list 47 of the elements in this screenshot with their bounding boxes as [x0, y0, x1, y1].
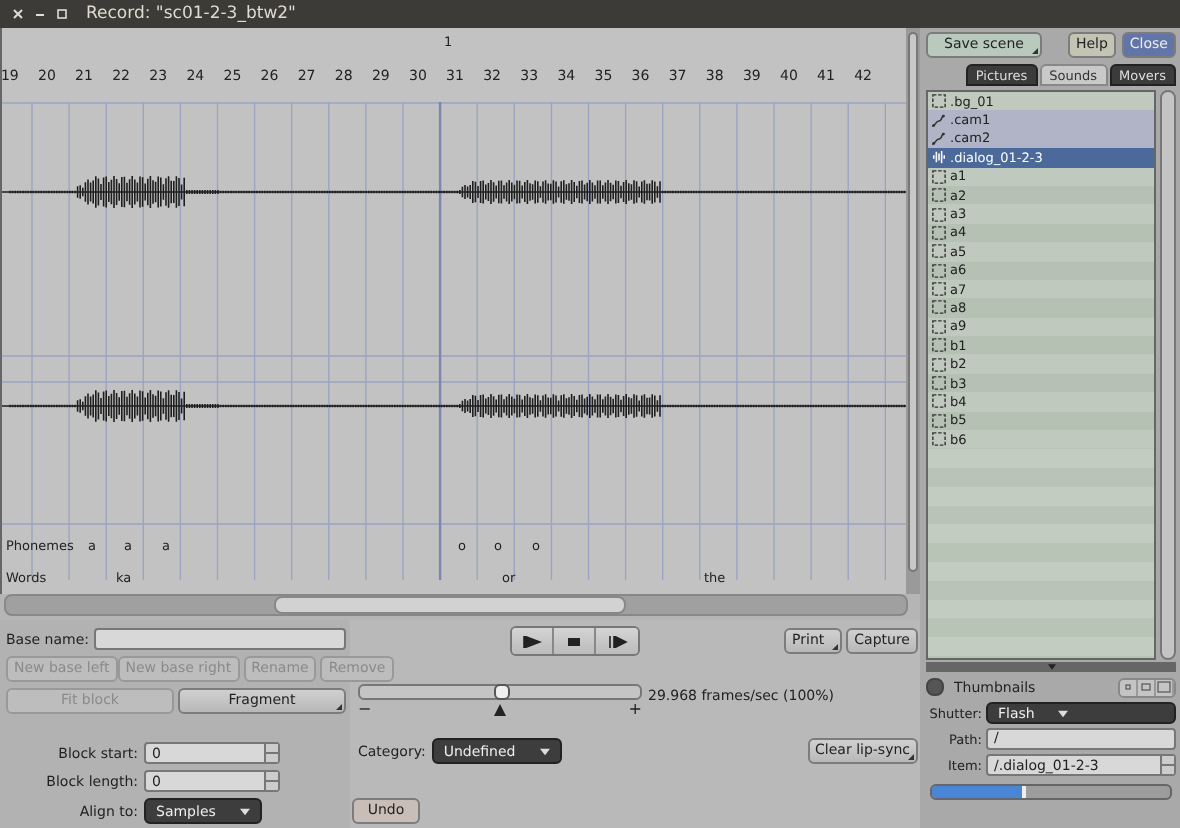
caret-icon — [539, 747, 550, 755]
pointer-icon — [494, 704, 506, 716]
step-forward-icon — [607, 635, 627, 647]
dashed-square-icon — [932, 338, 946, 353]
scrollbar[interactable] — [4, 594, 908, 616]
dashed-square-icon — [932, 94, 946, 109]
dashed-square-icon — [932, 357, 946, 372]
caret-icon — [239, 807, 250, 815]
speed-slider[interactable] — [358, 684, 642, 700]
plus-label: + — [628, 700, 642, 718]
caret-icon — [1047, 664, 1055, 670]
large-view-button[interactable] — [1156, 679, 1174, 695]
small-view-button[interactable] — [1120, 679, 1138, 695]
play-button[interactable] — [512, 628, 554, 654]
zoom-slider[interactable] — [930, 784, 1172, 800]
play-icon — [522, 635, 542, 647]
waveform-icon — [932, 150, 946, 165]
maximize-icon[interactable] — [56, 8, 68, 20]
base-name-field[interactable] — [94, 628, 346, 650]
close-icon[interactable] — [12, 8, 24, 20]
dashed-square-icon — [932, 244, 946, 259]
stop-icon — [564, 635, 584, 647]
dashed-square-icon — [932, 319, 946, 334]
dashed-square-icon — [932, 413, 946, 428]
dashed-square-icon — [932, 376, 946, 391]
stop-button[interactable] — [554, 628, 596, 654]
dashed-square-icon — [932, 207, 946, 222]
step-button[interactable] — [596, 628, 638, 654]
minimize-icon[interactable] — [34, 8, 46, 20]
window-title: Record: "sc01-2-3_btw2" — [86, 4, 296, 24]
dashed-square-icon — [932, 282, 946, 297]
medium-view-button[interactable] — [1138, 679, 1156, 695]
dashed-square-icon — [932, 263, 946, 278]
curve-icon — [932, 131, 946, 146]
dashed-square-icon — [932, 432, 946, 447]
slider-thumb[interactable] — [494, 684, 510, 700]
thumbnails-toggle[interactable] — [926, 678, 944, 696]
curve-icon — [932, 113, 946, 128]
dashed-square-icon — [932, 300, 946, 315]
minus-label: − — [358, 700, 372, 718]
dashed-square-icon — [932, 394, 946, 409]
scrollbar[interactable] — [1160, 90, 1176, 660]
caret-icon — [1058, 709, 1069, 717]
dashed-square-icon — [932, 188, 946, 203]
dashed-square-icon — [932, 225, 946, 240]
scrollbar[interactable] — [906, 28, 920, 594]
dashed-square-icon — [932, 169, 946, 184]
